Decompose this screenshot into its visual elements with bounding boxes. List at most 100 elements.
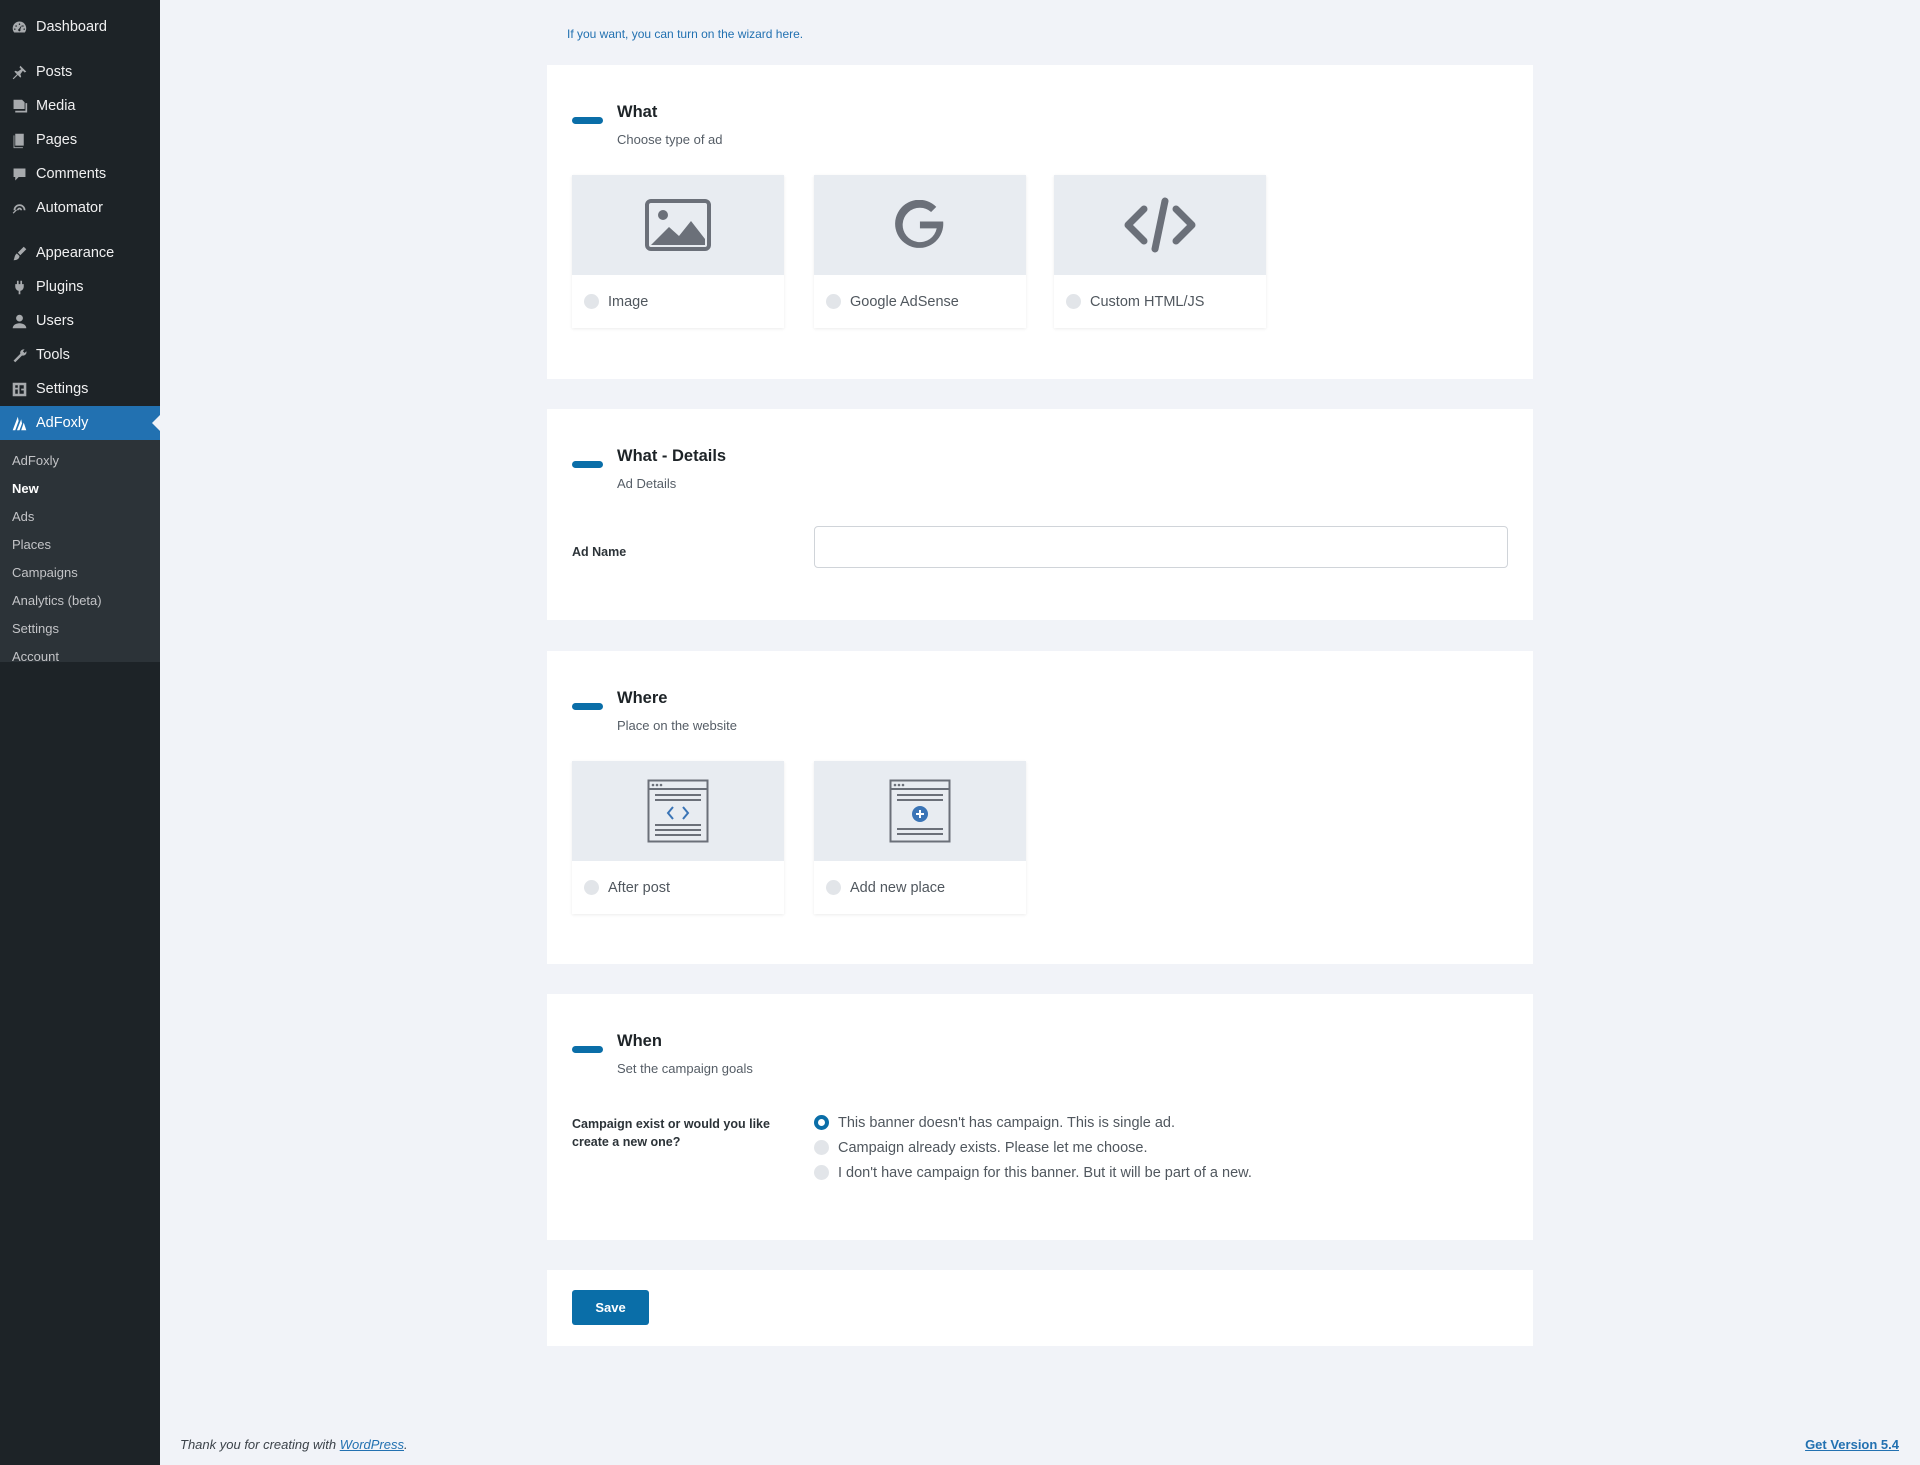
- option-label: Image: [608, 293, 649, 310]
- campaign-choice-existing[interactable]: Campaign already exists. Please let me c…: [814, 1135, 1252, 1160]
- comments-icon: [10, 165, 28, 183]
- section-title: What: [617, 103, 658, 121]
- option-preview: [814, 761, 1026, 861]
- wrench-icon: [10, 346, 28, 364]
- menu-item-pages[interactable]: Pages: [0, 123, 160, 157]
- settings-icon: [10, 380, 28, 398]
- radio-adsense[interactable]: [826, 294, 841, 309]
- menu-separator: [0, 44, 160, 55]
- section-title: Where: [617, 689, 668, 707]
- option-preview: [1054, 175, 1266, 275]
- plugin-icon: [10, 278, 28, 296]
- menu-label: Tools: [36, 347, 70, 363]
- choice-label: Campaign already exists. Please let me c…: [838, 1139, 1148, 1156]
- menu-item-dashboard[interactable]: Dashboard: [0, 10, 160, 44]
- menu-label: Plugins: [36, 279, 84, 295]
- menu-item-posts[interactable]: Posts: [0, 55, 160, 89]
- section-marker: [572, 117, 603, 124]
- menu-label: AdFoxly: [36, 415, 89, 431]
- radio-existing-campaign[interactable]: [814, 1140, 829, 1155]
- menu-item-users[interactable]: Users: [0, 304, 160, 338]
- details-section: What - Details Ad Details Ad Name: [547, 409, 1533, 620]
- menu-item-adfoxly[interactable]: AdFoxly: [0, 406, 160, 440]
- get-version-link[interactable]: Get Version 5.4: [1805, 1437, 1899, 1452]
- ad-type-image[interactable]: Image: [572, 175, 784, 328]
- section-title: When: [617, 1032, 662, 1050]
- submenu-item-ads[interactable]: Ads: [0, 502, 160, 530]
- radio-single-ad[interactable]: [814, 1115, 829, 1130]
- submenu-item-new[interactable]: New: [0, 474, 160, 502]
- option-footer: Google AdSense: [814, 275, 1026, 328]
- submenu-item-adfoxly[interactable]: AdFoxly: [0, 446, 160, 474]
- ad-type-custom-html[interactable]: Custom HTML/JS: [1054, 175, 1266, 328]
- choice-label: This banner doesn't has campaign. This i…: [838, 1114, 1175, 1131]
- section-marker: [572, 461, 603, 468]
- wizard-link[interactable]: If you want, you can turn on the wizard …: [567, 27, 803, 41]
- radio-image[interactable]: [584, 294, 599, 309]
- pin-icon: [10, 63, 28, 81]
- place-add-new[interactable]: Add new place: [814, 761, 1026, 914]
- brush-icon: [10, 244, 28, 262]
- submenu-item-places[interactable]: Places: [0, 530, 160, 558]
- section-marker: [572, 703, 603, 710]
- option-preview: [572, 761, 784, 861]
- save-section: Save: [547, 1270, 1533, 1346]
- menu-item-settings[interactable]: Settings: [0, 372, 160, 406]
- ad-type-adsense[interactable]: Google AdSense: [814, 175, 1026, 328]
- option-footer: Image: [572, 275, 784, 328]
- save-button[interactable]: Save: [572, 1290, 649, 1325]
- menu-item-appearance[interactable]: Appearance: [0, 236, 160, 270]
- menu-label: Media: [36, 98, 76, 114]
- section-marker: [572, 1046, 603, 1053]
- radio-custom-html[interactable]: [1066, 294, 1081, 309]
- menu-label: Dashboard: [36, 19, 107, 35]
- option-label: Custom HTML/JS: [1090, 293, 1205, 310]
- submenu-item-campaigns[interactable]: Campaigns: [0, 558, 160, 586]
- place-after-post[interactable]: After post: [572, 761, 784, 914]
- campaign-choice-new[interactable]: I don't have campaign for this banner. B…: [814, 1160, 1252, 1185]
- option-preview: [814, 175, 1026, 275]
- adfoxly-submenu: AdFoxly New Ads Places Campaigns Analyti…: [0, 440, 160, 662]
- code-icon: [1124, 197, 1196, 253]
- radio-after-post[interactable]: [584, 880, 599, 895]
- submenu-item-account[interactable]: Account: [0, 642, 160, 663]
- automator-icon: [10, 199, 28, 217]
- radio-add-new-place[interactable]: [826, 880, 841, 895]
- option-preview: [572, 175, 784, 275]
- where-section: Where Place on the website After post Ad…: [547, 651, 1533, 964]
- user-icon: [10, 312, 28, 330]
- campaign-choice-group: This banner doesn't has campaign. This i…: [814, 1110, 1252, 1185]
- pages-icon: [10, 131, 28, 149]
- menu-label: Appearance: [36, 245, 115, 261]
- admin-sidebar: Dashboard Posts Media Pages Comments Aut…: [0, 0, 160, 1465]
- wordpress-link[interactable]: WordPress: [340, 1437, 404, 1452]
- menu-item-automator[interactable]: Automator: [0, 191, 160, 225]
- option-label: Add new place: [850, 879, 946, 896]
- menu-item-tools[interactable]: Tools: [0, 338, 160, 372]
- dashboard-icon: [10, 18, 28, 36]
- ad-name-label: Ad Name: [572, 545, 627, 559]
- footer-thanks-suffix: .: [404, 1437, 408, 1452]
- submenu-item-analytics[interactable]: Analytics (beta): [0, 586, 160, 614]
- section-subtitle: Set the campaign goals: [617, 1061, 753, 1076]
- menu-item-plugins[interactable]: Plugins: [0, 270, 160, 304]
- campaign-choice-single-ad[interactable]: This banner doesn't has campaign. This i…: [814, 1110, 1252, 1135]
- submenu-item-settings[interactable]: Settings: [0, 614, 160, 642]
- radio-new-campaign[interactable]: [814, 1165, 829, 1180]
- menu-item-media[interactable]: Media: [0, 89, 160, 123]
- menu-label: Posts: [36, 64, 73, 80]
- menu-item-comments[interactable]: Comments: [0, 157, 160, 191]
- option-label: Google AdSense: [850, 293, 959, 310]
- ad-name-input[interactable]: [814, 526, 1508, 568]
- add-place-icon: [889, 779, 951, 843]
- campaign-question-label: Campaign exist or would you like create …: [572, 1117, 770, 1149]
- what-section: What Choose type of ad Image Google AdSe…: [547, 65, 1533, 379]
- footer-thanks-prefix: Thank you for creating with: [180, 1437, 340, 1452]
- option-footer: After post: [572, 861, 784, 914]
- menu-label: Users: [36, 313, 74, 329]
- choice-label: I don't have campaign for this banner. B…: [838, 1164, 1252, 1181]
- section-subtitle: Ad Details: [617, 476, 677, 491]
- menu-separator: [0, 225, 160, 236]
- adfoxly-icon: [10, 414, 28, 432]
- option-footer: Add new place: [814, 861, 1026, 914]
